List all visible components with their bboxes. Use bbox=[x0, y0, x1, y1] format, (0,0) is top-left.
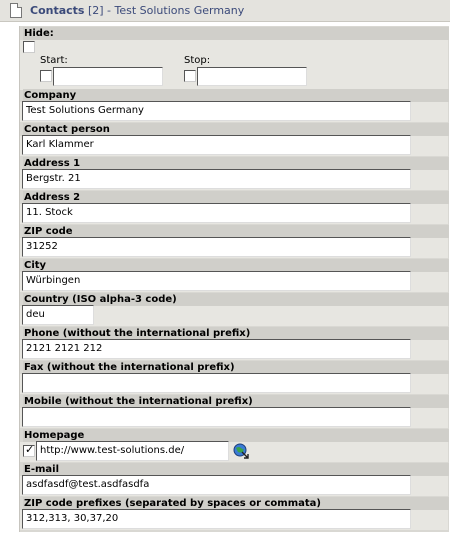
homepage-checkbox[interactable]: ✓ bbox=[23, 443, 35, 457]
address1-input[interactable]: Bergstr. 21 bbox=[22, 169, 411, 189]
start-date-input[interactable] bbox=[53, 67, 163, 86]
start-checkbox[interactable] bbox=[40, 70, 52, 82]
city-input[interactable]: Würbingen bbox=[22, 271, 411, 291]
address2-input[interactable]: 11. Stock bbox=[22, 203, 411, 223]
document-icon bbox=[10, 3, 22, 18]
zip-code-input[interactable]: 31252 bbox=[22, 237, 411, 257]
stop-date-input[interactable] bbox=[197, 67, 307, 86]
form-header: Contacts [2] - Test Solutions Germany bbox=[0, 0, 450, 22]
start-label: Start: bbox=[40, 55, 68, 66]
zip-prefixes-input[interactable]: 312,313, 30,37,20 bbox=[22, 509, 411, 529]
company-input[interactable]: Test Solutions Germany bbox=[22, 101, 411, 121]
stop-label: Stop: bbox=[184, 55, 211, 66]
checkmark-icon: ✓ bbox=[25, 443, 35, 456]
table-name: Contacts bbox=[30, 4, 85, 17]
form-title: Contacts [2] - Test Solutions Germany bbox=[30, 4, 244, 17]
record-title: [2] - Test Solutions Germany bbox=[84, 4, 245, 17]
country-input[interactable]: deu bbox=[22, 305, 94, 325]
record-edit-form: Contacts [2] - Test Solutions Germany Hi… bbox=[0, 0, 450, 535]
hide-label: Hide: bbox=[23, 27, 449, 40]
phone-input[interactable]: 2121 2121 212 bbox=[22, 339, 411, 359]
homepage-input[interactable]: http://www.test-solutions.de/ bbox=[36, 441, 229, 461]
mobile-input[interactable] bbox=[22, 407, 411, 427]
email-input[interactable]: asdfasdf@test.asdfasdfa bbox=[22, 475, 411, 495]
contact-person-input[interactable]: Karl Klammer bbox=[22, 135, 411, 155]
stop-checkbox[interactable] bbox=[184, 70, 196, 82]
fax-input[interactable] bbox=[22, 373, 411, 393]
hide-checkbox[interactable] bbox=[23, 41, 35, 53]
globe-link-icon[interactable] bbox=[233, 443, 249, 459]
